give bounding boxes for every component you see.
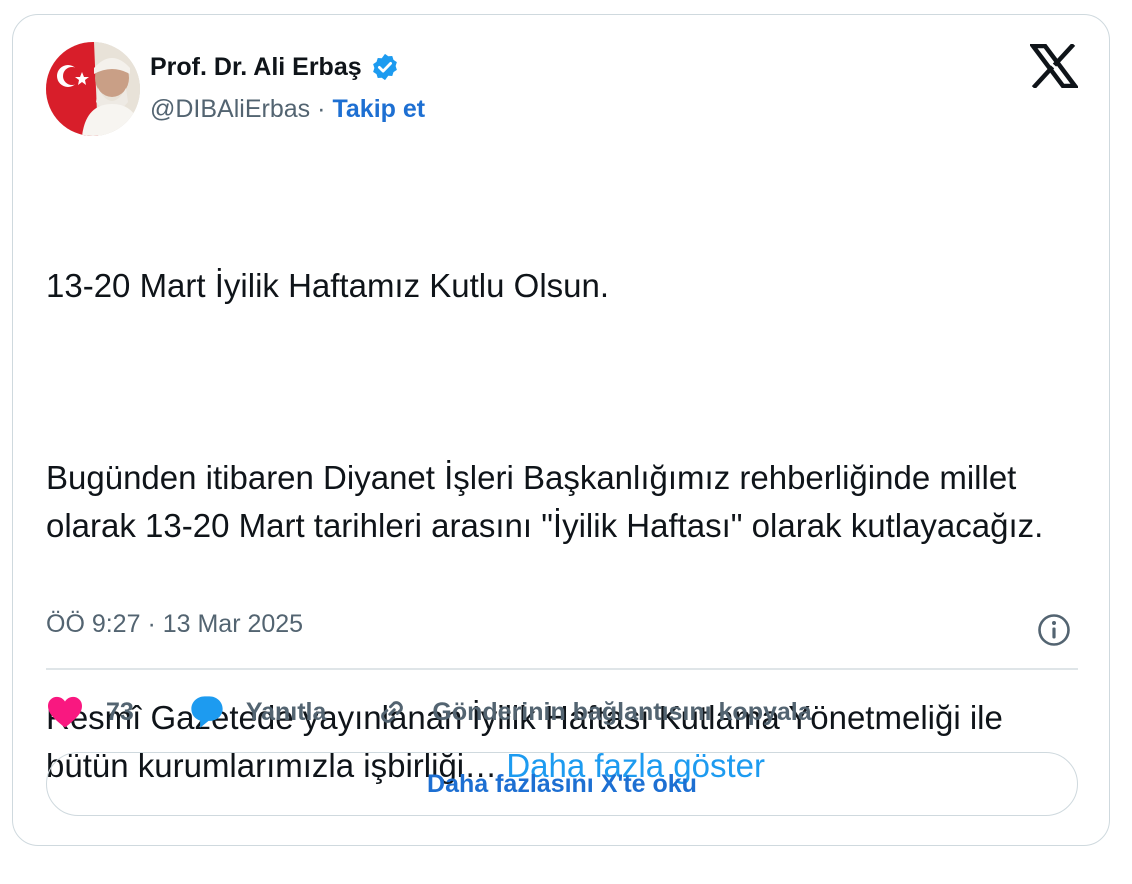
author-handle-row: @DIBAliErbas · Takip et (150, 95, 425, 124)
read-more-on-x-button[interactable]: Daha fazlasını X'te oku (46, 752, 1078, 816)
copy-link-label: Gönderinin bağlantısını kopyala (432, 697, 812, 726)
author-name[interactable]: Prof. Dr. Ali Erbaş (150, 53, 362, 82)
like-button[interactable]: 73 (46, 695, 134, 729)
action-bar: 73 Yanıtla Gönderinin bağlantısını kopya… (46, 690, 812, 734)
divider (46, 668, 1078, 670)
separator-dot: · (317, 95, 326, 123)
follow-button[interactable]: Takip et (332, 95, 425, 124)
tweet-text: 13-20 Mart İyilik Haftamız Kutlu Olsun. … (46, 166, 1086, 838)
like-count: 73 (106, 697, 134, 726)
link-icon (381, 701, 404, 723)
reply-button[interactable]: Yanıtla (188, 694, 327, 730)
x-logo-icon[interactable] (1030, 44, 1078, 88)
verified-badge-icon (372, 53, 397, 81)
heart-icon (48, 696, 82, 728)
avatar[interactable] (46, 42, 140, 136)
reply-label: Yanıtla (245, 697, 327, 726)
read-more-on-x-label: Daha fazlasını X'te oku (427, 769, 697, 798)
speech-bubble-icon (191, 696, 223, 728)
tweet-timestamp[interactable]: ÖÖ 9:27 · 13 Mar 2025 (46, 610, 303, 639)
author-name-row: Prof. Dr. Ali Erbaş (150, 52, 400, 82)
tweet-paragraph-1: 13-20 Mart İyilik Haftamız Kutlu Olsun. (46, 267, 610, 304)
info-icon[interactable] (1036, 612, 1072, 648)
avatar-image (46, 42, 140, 136)
tweet-paragraph-2: Bugünden itibaren Diyanet İşleri Başkanl… (46, 459, 1044, 544)
copy-link-button[interactable]: Gönderinin bağlantısını kopyala (374, 694, 812, 730)
author-handle[interactable]: @DIBAliErbas (150, 95, 310, 124)
